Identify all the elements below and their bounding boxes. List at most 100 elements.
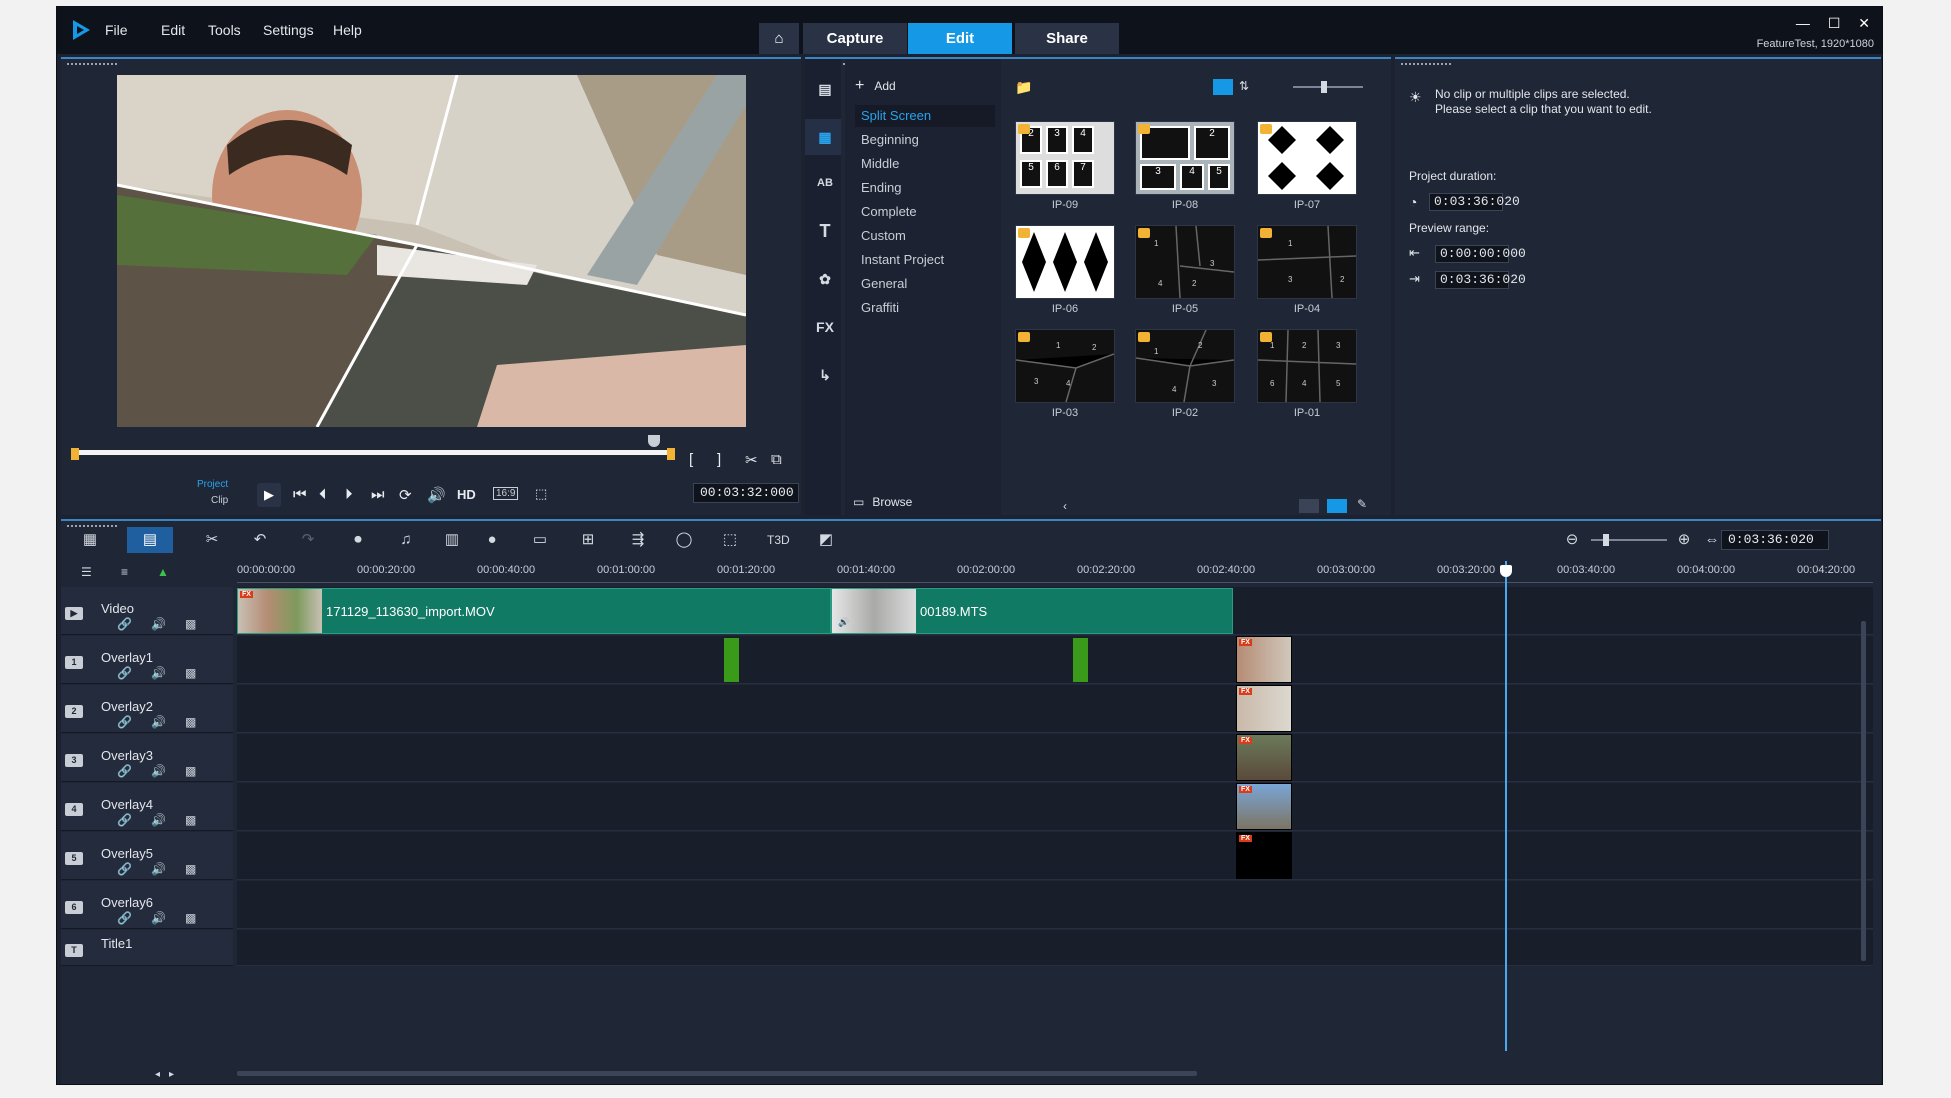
motion-tracking-icon[interactable]: ● [481, 531, 503, 549]
media-icon[interactable]: ▤ [813, 77, 837, 101]
trim-in-button[interactable]: [ [689, 451, 693, 468]
mute-icon[interactable]: 🔊 [151, 911, 166, 925]
undo-icon[interactable]: ↶ [249, 531, 271, 549]
panel-grip[interactable] [67, 63, 117, 66]
subtitle-editor-icon[interactable]: ▭ [529, 531, 551, 549]
clip-mode-label[interactable]: Clip [211, 495, 228, 506]
redo-icon[interactable]: ↷ [297, 531, 319, 549]
track-visibility-icon[interactable]: ▩ [185, 862, 196, 876]
track-row-overlay2[interactable]: FX [237, 685, 1873, 733]
scroll-left-icon[interactable]: ◂ [155, 1069, 160, 1080]
track-row-overlay1[interactable]: FX [237, 636, 1873, 684]
path-icon[interactable]: ↳ [813, 363, 837, 387]
playhead-marker-icon[interactable] [648, 435, 660, 447]
sort-icon[interactable]: ⇅ [1239, 79, 1249, 93]
track-visibility-icon[interactable]: ▩ [185, 666, 196, 680]
time-remapping-icon[interactable]: ⇶ [627, 531, 649, 549]
overlay-clip[interactable]: FX [1236, 685, 1292, 732]
category-beginning[interactable]: Beginning [855, 129, 995, 151]
timeline-playhead[interactable] [1505, 561, 1507, 1051]
track-row-overlay4[interactable]: FX [237, 783, 1873, 831]
next-frame-icon[interactable]: ⏵ [345, 486, 353, 503]
thumbnail-size-handle[interactable] [1321, 81, 1327, 93]
track-manager-icon[interactable]: ☰ [81, 565, 92, 579]
play-button[interactable]: ▶ [257, 483, 281, 507]
timeline-timecode[interactable]: 0:03:36:020 [1721, 530, 1829, 550]
track-row-overlay6[interactable] [237, 881, 1873, 929]
mute-icon[interactable]: 🔊 [151, 862, 166, 876]
track-visibility-icon[interactable]: ▩ [185, 911, 196, 925]
hd-toggle[interactable]: HD [457, 487, 476, 502]
track-visibility-icon[interactable]: ▩ [185, 764, 196, 778]
preview-window[interactable] [117, 75, 746, 427]
overlay-clip[interactable]: FX [1236, 783, 1292, 830]
close-button[interactable]: ✕ [1858, 15, 1870, 31]
browse-button[interactable]: ▭ Browse [853, 495, 912, 509]
zoom-out-icon[interactable]: ⊖ [1561, 531, 1583, 549]
resize-icon[interactable]: ⬚ [535, 486, 547, 502]
zoom-slider-handle[interactable] [1603, 534, 1609, 546]
sound-mixer-icon[interactable]: ♫ [395, 531, 417, 549]
home-start-icon[interactable]: ⏮ [293, 486, 307, 503]
category-custom[interactable]: Custom [855, 225, 995, 247]
copy-icon[interactable]: ⧉ [771, 451, 782, 468]
track-visibility-icon[interactable]: ▩ [185, 715, 196, 729]
tab-capture[interactable]: Capture [803, 23, 907, 54]
overlay-marker[interactable] [724, 638, 739, 682]
tools-icon[interactable]: ✂ [201, 531, 223, 549]
category-graffiti[interactable]: Graffiti [855, 297, 995, 319]
mark-in-handle[interactable] [71, 448, 79, 460]
maximize-button[interactable]: ☐ [1828, 15, 1841, 31]
overlay-clip[interactable]: FX [1236, 636, 1292, 683]
timeline-vertical-scrollbar[interactable] [1861, 621, 1866, 961]
thumbnail-size-slider[interactable] [1293, 86, 1363, 88]
menu-tools[interactable]: Tools [208, 22, 241, 38]
minimize-button[interactable]: — [1796, 15, 1810, 31]
preview-scrubber[interactable] [73, 450, 673, 455]
track-visibility-icon[interactable]: ▩ [185, 617, 196, 631]
mute-icon[interactable]: 🔊 [151, 764, 166, 778]
mute-icon[interactable]: 🔊 [151, 666, 166, 680]
tab-edit[interactable]: Edit [908, 23, 1012, 54]
transition-icon[interactable]: AB [813, 171, 837, 195]
list-view-icon[interactable] [1213, 79, 1233, 95]
category-general[interactable]: General [855, 273, 995, 295]
mute-icon[interactable]: 🔊 [151, 617, 166, 631]
range-end-value[interactable]: 0:03:36:020 [1435, 271, 1526, 289]
add-marker-icon[interactable]: ▲ [157, 565, 169, 579]
storyboard-view-icon[interactable]: ▦ [79, 531, 101, 549]
timeline-ruler[interactable]: 00:00:00:00 00:00:20:00 00:00:40:00 00:0… [237, 561, 1873, 583]
auto-music-icon[interactable]: ▥ [441, 531, 463, 549]
track-visibility-icon[interactable]: ▩ [185, 813, 196, 827]
link-icon[interactable]: 🔗 [117, 617, 132, 631]
graphics-icon[interactable]: ✿ [813, 267, 837, 291]
category-instant-project[interactable]: Instant Project [855, 249, 995, 271]
home-tab[interactable]: ⌂ [759, 23, 799, 54]
folder-icon[interactable]: 📁 [1015, 79, 1032, 96]
link-icon[interactable]: 🔗 [117, 666, 132, 680]
split-screen-icon[interactable]: ◩ [815, 531, 837, 549]
title-icon[interactable]: T [813, 219, 837, 243]
chapter-menu-icon[interactable]: ≡ [121, 565, 128, 579]
trim-out-button[interactable]: ] [717, 451, 721, 468]
fit-project-icon[interactable]: ⇔ [1701, 531, 1723, 549]
record-icon[interactable]: ⏺ [347, 531, 369, 549]
mask-creator-icon[interactable]: ◯ [673, 531, 695, 549]
tab-share[interactable]: Share [1015, 23, 1119, 54]
link-icon[interactable]: 🔗 [117, 764, 132, 778]
volume-icon[interactable]: 🔊 [427, 486, 446, 504]
mute-icon[interactable]: 🔊 [151, 715, 166, 729]
fx-icon[interactable]: FX [813, 315, 837, 339]
repeat-icon[interactable]: ⟳ [399, 486, 412, 504]
end-icon[interactable]: ⏭ [371, 486, 385, 503]
track-row-title1[interactable] [237, 930, 1873, 966]
category-split-screen[interactable]: Split Screen [855, 105, 995, 127]
track-row-overlay5[interactable]: FX [237, 832, 1873, 880]
view-mode-1-icon[interactable] [1299, 499, 1319, 513]
track-row-video[interactable]: FX 171129_113630_import.MOV 🔊 00189.MTS [237, 587, 1873, 635]
aspect-ratio-selector[interactable]: 16:9 [493, 487, 519, 500]
video-clip[interactable]: 🔊 00189.MTS [831, 588, 1233, 634]
timeline-horizontal-scrollbar[interactable] [237, 1071, 1197, 1076]
link-icon[interactable]: 🔗 [117, 715, 132, 729]
pan-zoom-icon[interactable]: ⬚ [719, 531, 741, 549]
